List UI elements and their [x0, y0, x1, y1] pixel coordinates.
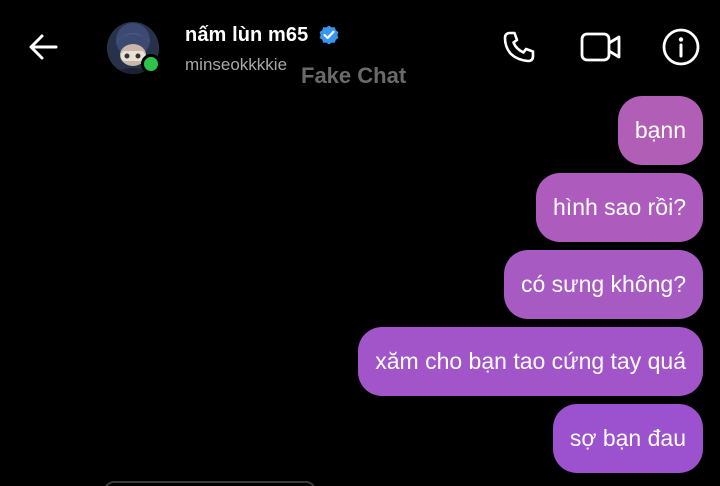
online-status-dot	[141, 54, 161, 74]
contact-username: minseokkkkie	[185, 55, 288, 74]
contact-name-row[interactable]: nấm lùn m65	[185, 22, 342, 48]
back-button[interactable]	[24, 28, 62, 66]
message-text: có sưng không?	[520, 271, 686, 297]
contact-name: nấm lùn m65	[185, 23, 309, 46]
fake-chat-watermark: Fake Chat	[301, 63, 407, 88]
video-call-button[interactable]	[578, 26, 624, 68]
call-button[interactable]	[498, 26, 540, 68]
verified-badge-icon	[316, 22, 342, 48]
message-bubble[interactable]: có sưng không?	[503, 250, 703, 319]
message-bubble[interactable]: bạnn	[617, 96, 703, 165]
partial-bottom-element	[104, 481, 316, 486]
arrow-left-icon	[29, 34, 58, 60]
message-bubble[interactable]: xăm cho bạn tao cứng tay quá	[358, 327, 703, 396]
message-text: xăm cho bạn tao cứng tay quá	[375, 348, 686, 374]
message-text: hình sao rồi?	[553, 194, 686, 220]
chat-screen: nấm lùn m65 minseokkkkie Fake Chat bạnn	[0, 0, 720, 486]
message-text: sợ bạn đau	[569, 425, 686, 451]
info-icon	[662, 28, 700, 66]
message-text: bạnn	[634, 117, 686, 143]
phone-icon	[503, 31, 535, 63]
message-bubble[interactable]: sợ bạn đau	[552, 404, 703, 473]
contact-avatar[interactable]	[107, 22, 161, 76]
info-button[interactable]	[660, 26, 702, 68]
video-camera-icon	[580, 32, 621, 62]
message-bubble[interactable]: hình sao rồi?	[536, 173, 703, 242]
